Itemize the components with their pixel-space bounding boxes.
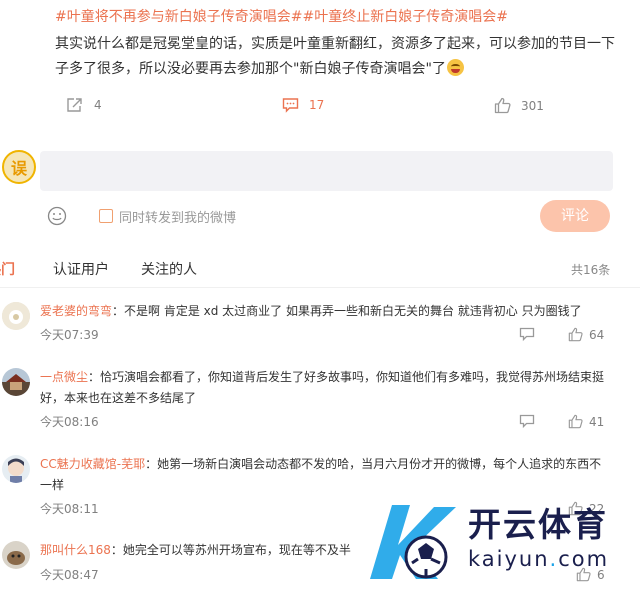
total-count: 共16条 (571, 263, 611, 277)
commenter-avatar[interactable] (2, 302, 30, 330)
thumbs-up-icon (568, 327, 583, 342)
kaiyun-watermark: 开云体育 kaiyun.com (362, 492, 640, 599)
divider (0, 287, 640, 288)
watermark-url-suffix: com (558, 547, 610, 571)
reply-icon[interactable] (519, 414, 535, 429)
comment-text: 一点微尘：恰巧演唱会都看了，你知道背后发生了好多故事吗，你知道他们有多难吗，我觉… (40, 367, 610, 409)
watermark-url: kaiyun.com (468, 547, 609, 571)
avatar-image-icon (2, 455, 30, 483)
repost-checkbox[interactable] (99, 209, 113, 223)
commenter-avatar[interactable] (2, 368, 30, 396)
comment-text: 爱老婆的弯弯：不是啊 肯定是 xd 太过商业了 如果再弄一些和新白无关的舞台 就… (40, 301, 610, 322)
comment-time: 今天07:39 (40, 328, 99, 342)
comment-time: 今天08:47 (40, 568, 99, 582)
thumbs-up-icon (568, 414, 583, 429)
repost-button[interactable]: 4 (66, 97, 102, 113)
watermark-brand: 开云体育 (468, 505, 608, 544)
kaiyun-logo-icon (370, 505, 456, 579)
avatar-image-icon (2, 302, 30, 330)
comment-input[interactable] (40, 151, 613, 191)
comment-button[interactable]: 17 (282, 97, 324, 113)
avatar-image-icon (2, 368, 30, 396)
thumbs-up-icon (494, 97, 511, 114)
avatar-image-icon (2, 541, 30, 569)
comment-count: 17 (309, 98, 325, 112)
reply-icon[interactable] (519, 327, 535, 342)
comment-username[interactable]: 一点微尘 (40, 370, 88, 384)
repost-count: 4 (94, 98, 102, 112)
tab-following[interactable]: 关注的人 (141, 259, 197, 279)
commenter-avatar[interactable] (2, 541, 30, 569)
avatar-text: 误 (10, 159, 27, 178)
like-button[interactable]: 301 (494, 97, 544, 114)
submit-comment-button[interactable]: 评论 (540, 200, 610, 232)
watermark-url-prefix: kaiyun (468, 547, 550, 571)
comment-time: 今天08:16 (40, 415, 99, 429)
tab-verified-users[interactable]: 认证用户 (53, 259, 109, 279)
comment-like-button[interactable]: 41 (568, 414, 604, 429)
comment-username[interactable]: 那叫什么168 (40, 543, 111, 557)
emoji-picker-icon[interactable] (47, 206, 67, 226)
repost-label: 同时转发到我的微博 (119, 211, 237, 226)
commenter-avatar[interactable] (2, 455, 30, 483)
comment-like-count: 64 (589, 327, 605, 342)
laughing-tears-emoji-icon (446, 59, 464, 76)
user-avatar[interactable]: 误 (2, 150, 36, 184)
comment-icon (282, 98, 299, 113)
post-hashtags[interactable]: #叶童将不再参与新白娘子传奇演唱会##叶童终止新白娘子传奇演唱会# (55, 6, 508, 26)
repost-icon (67, 98, 82, 112)
comment-body: ：她完全可以等苏州开场宣布，现在等不及半 (110, 543, 351, 557)
comment-like-button[interactable]: 64 (568, 327, 604, 342)
watermark-url-dot: . (549, 547, 559, 571)
comment-text: CC魅力收藏馆-芜耶：她第一场新白演唱会动态都不发的哈，当月六月份才开的微博，每… (40, 454, 610, 496)
post-body: 其实说什么都是冠冕堂皇的话，实质是叶童重新翻红，资源多了起来，可以参加的节目一下… (55, 36, 615, 77)
comment-username[interactable]: 爱老婆的弯弯 (40, 304, 112, 318)
like-count: 301 (521, 98, 544, 113)
tab-hot[interactable]: 热门 (0, 259, 15, 279)
post-text: 其实说什么都是冠冕堂皇的话，实质是叶童重新翻红，资源多了起来，可以参加的节目一下… (55, 32, 615, 82)
comment-body: ：恰巧演唱会都看了，你知道背后发生了好多故事吗，你知道他们有多难吗，我觉得苏州场… (40, 370, 605, 405)
comment-time: 今天08:11 (40, 502, 99, 516)
comment-username[interactable]: CC魅力收藏馆-芜耶 (40, 457, 145, 471)
comment-like-count: 41 (589, 414, 605, 429)
comment-body: ：不是啊 肯定是 xd 太过商业了 如果再弄一些和新白无关的舞台 就违背初心 只… (112, 304, 582, 318)
